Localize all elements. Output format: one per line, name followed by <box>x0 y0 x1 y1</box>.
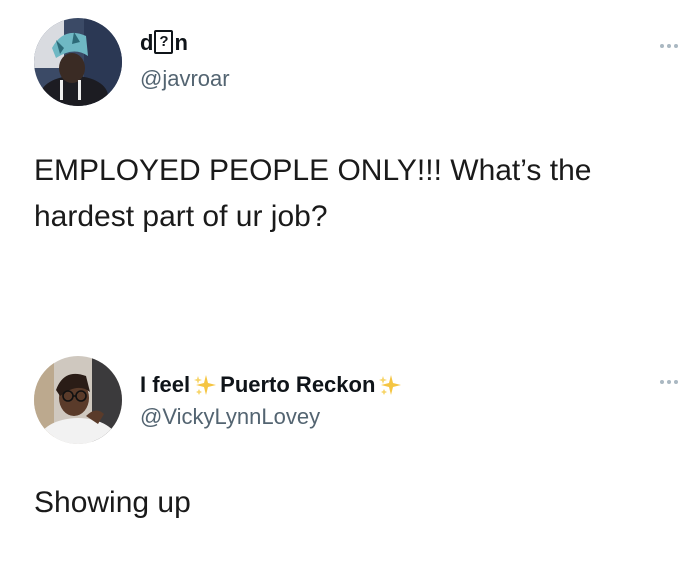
avatar[interactable] <box>34 18 122 106</box>
missing-glyph-icon: ? <box>154 30 174 54</box>
more-options-icon[interactable] <box>660 380 678 384</box>
avatar[interactable] <box>34 356 122 444</box>
avatar-photo-icon <box>34 356 122 444</box>
avatar-photo-icon <box>34 18 122 106</box>
user-handle[interactable]: @javroar <box>140 66 230 92</box>
more-options-icon[interactable] <box>660 44 678 48</box>
user-handle[interactable]: @VickyLynnLovey <box>140 404 320 430</box>
sparkles-icon <box>379 375 402 395</box>
name-prefix: d <box>140 30 154 55</box>
tweet-text: Showing up <box>34 486 191 519</box>
display-name[interactable]: d? n <box>140 30 188 56</box>
tweet[interactable]: d? n @javroar EMPLOYED PEOPLE ONLY!!! Wha… <box>0 0 700 330</box>
display-name[interactable]: I feel Puerto Reckon <box>140 372 405 398</box>
sparkles-icon <box>194 375 217 395</box>
name-part-1: I feel <box>140 372 191 397</box>
tweet[interactable]: I feel Puerto Reckon @VickyLynnLovey Sho… <box>0 340 700 587</box>
name-part-2: Puerto Reckon <box>220 372 376 397</box>
name-suffix: n <box>174 30 188 55</box>
tweet-text: EMPLOYED PEOPLE ONLY!!! What’s the harde… <box>34 154 592 233</box>
